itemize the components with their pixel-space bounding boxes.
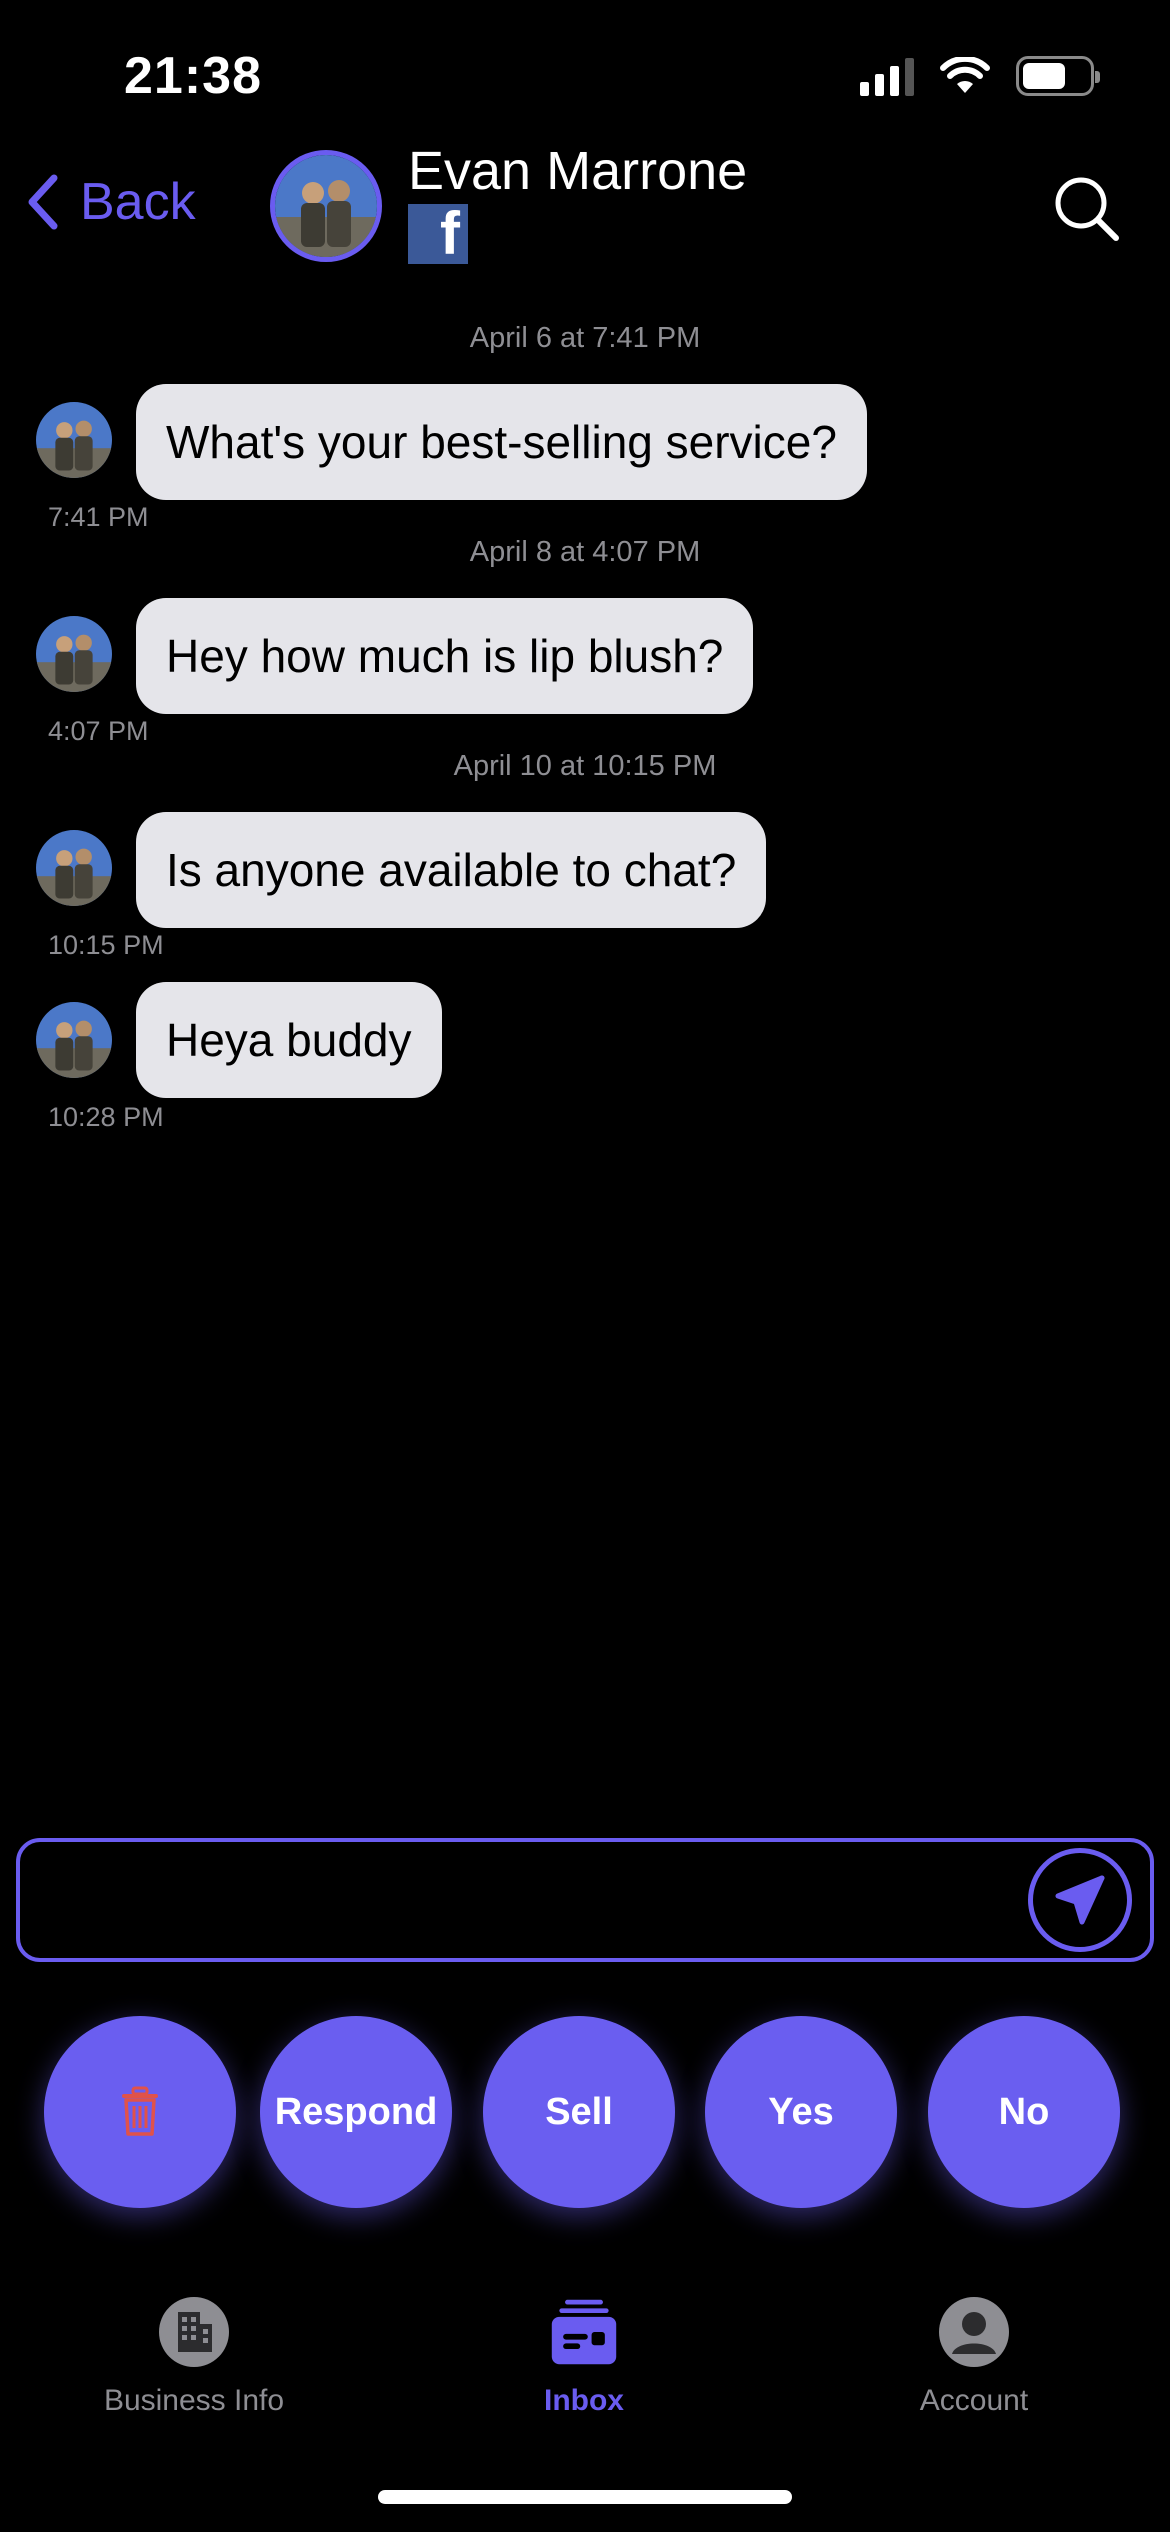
home-indicator[interactable] — [378, 2490, 792, 2504]
facebook-letter: f — [440, 200, 460, 267]
message-input[interactable] — [16, 1838, 1154, 1962]
date-header: April 10 at 10:15 PM — [453, 750, 717, 782]
tab-label: Business Info — [103, 2384, 285, 2417]
message-time: 10:28 PM — [48, 1102, 164, 1132]
back-button[interactable]: Back — [24, 172, 196, 232]
tab-label: Inbox — [544, 2384, 624, 2417]
message-bubble[interactable]: Heya buddy — [136, 982, 442, 1098]
sender-avatar — [36, 402, 112, 478]
search-button[interactable] — [1052, 174, 1122, 249]
cellular-signal-icon — [860, 56, 914, 96]
building-icon — [158, 2296, 230, 2368]
user-icon — [938, 2296, 1010, 2368]
tab-label: Account — [919, 2384, 1029, 2417]
contact-avatar[interactable] — [270, 150, 382, 262]
trash-icon — [122, 2086, 158, 2136]
tab-account[interactable]: Account — [824, 2296, 1124, 2418]
status-icons — [860, 56, 1100, 96]
yes-button[interactable]: Yes — [705, 2016, 897, 2208]
message-time: 4:07 PM — [48, 716, 149, 746]
message-time: 10:15 PM — [48, 930, 164, 960]
inbox-icon — [548, 2296, 620, 2368]
message-bubble[interactable]: What's your best-selling service? — [136, 384, 867, 500]
send-button[interactable] — [1028, 1848, 1132, 1952]
message-bubble[interactable]: Hey how much is lip blush? — [136, 598, 754, 714]
date-header: April 6 at 7:41 PM — [469, 322, 701, 354]
message-time: 7:41 PM — [48, 502, 149, 532]
sender-avatar — [36, 616, 112, 692]
chevron-left-icon — [28, 174, 58, 230]
battery-icon — [1016, 56, 1100, 96]
no-button[interactable]: No — [928, 2016, 1120, 2208]
sender-avatar — [36, 1002, 112, 1078]
date-header: April 8 at 4:07 PM — [469, 536, 701, 568]
search-icon — [1055, 177, 1119, 241]
tab-business-info[interactable]: Business Info — [44, 2296, 344, 2418]
facebook-icon: f — [408, 204, 468, 264]
contact-name: Evan Marrone — [408, 141, 748, 201]
delete-button[interactable] — [44, 2016, 236, 2208]
send-icon — [1055, 1875, 1105, 1925]
message-bubble[interactable]: Is anyone available to chat? — [136, 812, 767, 928]
tab-inbox[interactable]: Inbox — [434, 2296, 734, 2418]
wifi-icon — [940, 57, 990, 93]
respond-button[interactable]: Respond — [260, 2016, 452, 2208]
sell-button[interactable]: Sell — [483, 2016, 675, 2208]
sender-avatar — [36, 830, 112, 906]
status-time: 21:38 — [124, 47, 262, 105]
back-label: Back — [80, 173, 196, 231]
